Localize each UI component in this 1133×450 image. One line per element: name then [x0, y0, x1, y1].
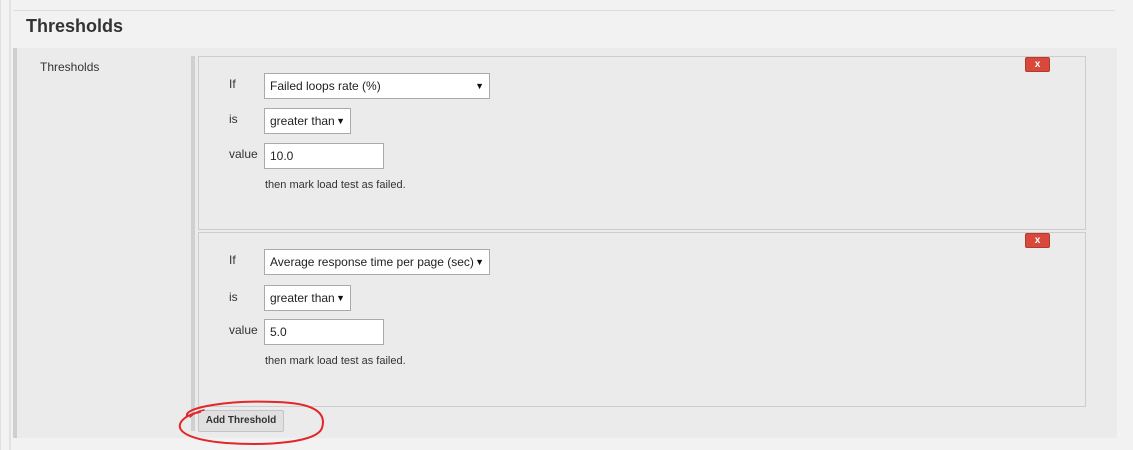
- triangle-down-icon: ▼: [475, 81, 484, 91]
- value-input[interactable]: 10.0: [264, 143, 384, 169]
- section-title: Thresholds: [26, 16, 124, 36]
- close-icon: x: [1034, 59, 1041, 70]
- add-threshold-button[interactable]: Add Threshold: [198, 410, 284, 432]
- if-label: If: [229, 77, 236, 91]
- value-label: value: [229, 323, 258, 337]
- triangle-down-icon: ▼: [336, 116, 345, 126]
- repeatable-list-bar: [191, 56, 195, 431]
- page-left-border: [9, 0, 11, 450]
- threshold-card: x If Average response time per page (sec…: [198, 232, 1086, 407]
- triangle-down-icon: ▼: [475, 257, 484, 267]
- is-label: is: [229, 112, 238, 126]
- threshold-card: x If Failed loops rate (%) ▼ is greater …: [198, 56, 1086, 230]
- operator-select[interactable]: greater than ▼: [264, 285, 351, 311]
- metric-select-value: Failed loops rate (%): [270, 79, 381, 93]
- operator-select-value: greater than: [270, 291, 335, 305]
- triangle-down-icon: ▼: [336, 293, 345, 303]
- threshold-note: then mark load test as failed.: [265, 179, 406, 191]
- delete-threshold-button[interactable]: x: [1025, 233, 1050, 248]
- operator-select-value: greater than: [270, 114, 335, 128]
- metric-select-value: Average response time per page (sec): [270, 255, 474, 269]
- value-input[interactable]: 5.0: [264, 319, 384, 345]
- value-label: value: [229, 147, 258, 161]
- threshold-note: then mark load test as failed.: [265, 355, 406, 367]
- is-label: is: [229, 290, 238, 304]
- operator-select[interactable]: greater than ▼: [264, 108, 351, 134]
- config-page: Thresholds Thresholds x If Failed loops …: [0, 0, 1133, 450]
- delete-threshold-button[interactable]: x: [1025, 57, 1050, 72]
- section-divider: [13, 10, 1115, 11]
- thresholds-field-label: Thresholds: [40, 60, 100, 74]
- if-label: If: [229, 253, 236, 267]
- metric-select[interactable]: Average response time per page (sec) ▼: [264, 249, 490, 275]
- metric-select[interactable]: Failed loops rate (%) ▼: [264, 73, 490, 99]
- close-icon: x: [1034, 235, 1041, 246]
